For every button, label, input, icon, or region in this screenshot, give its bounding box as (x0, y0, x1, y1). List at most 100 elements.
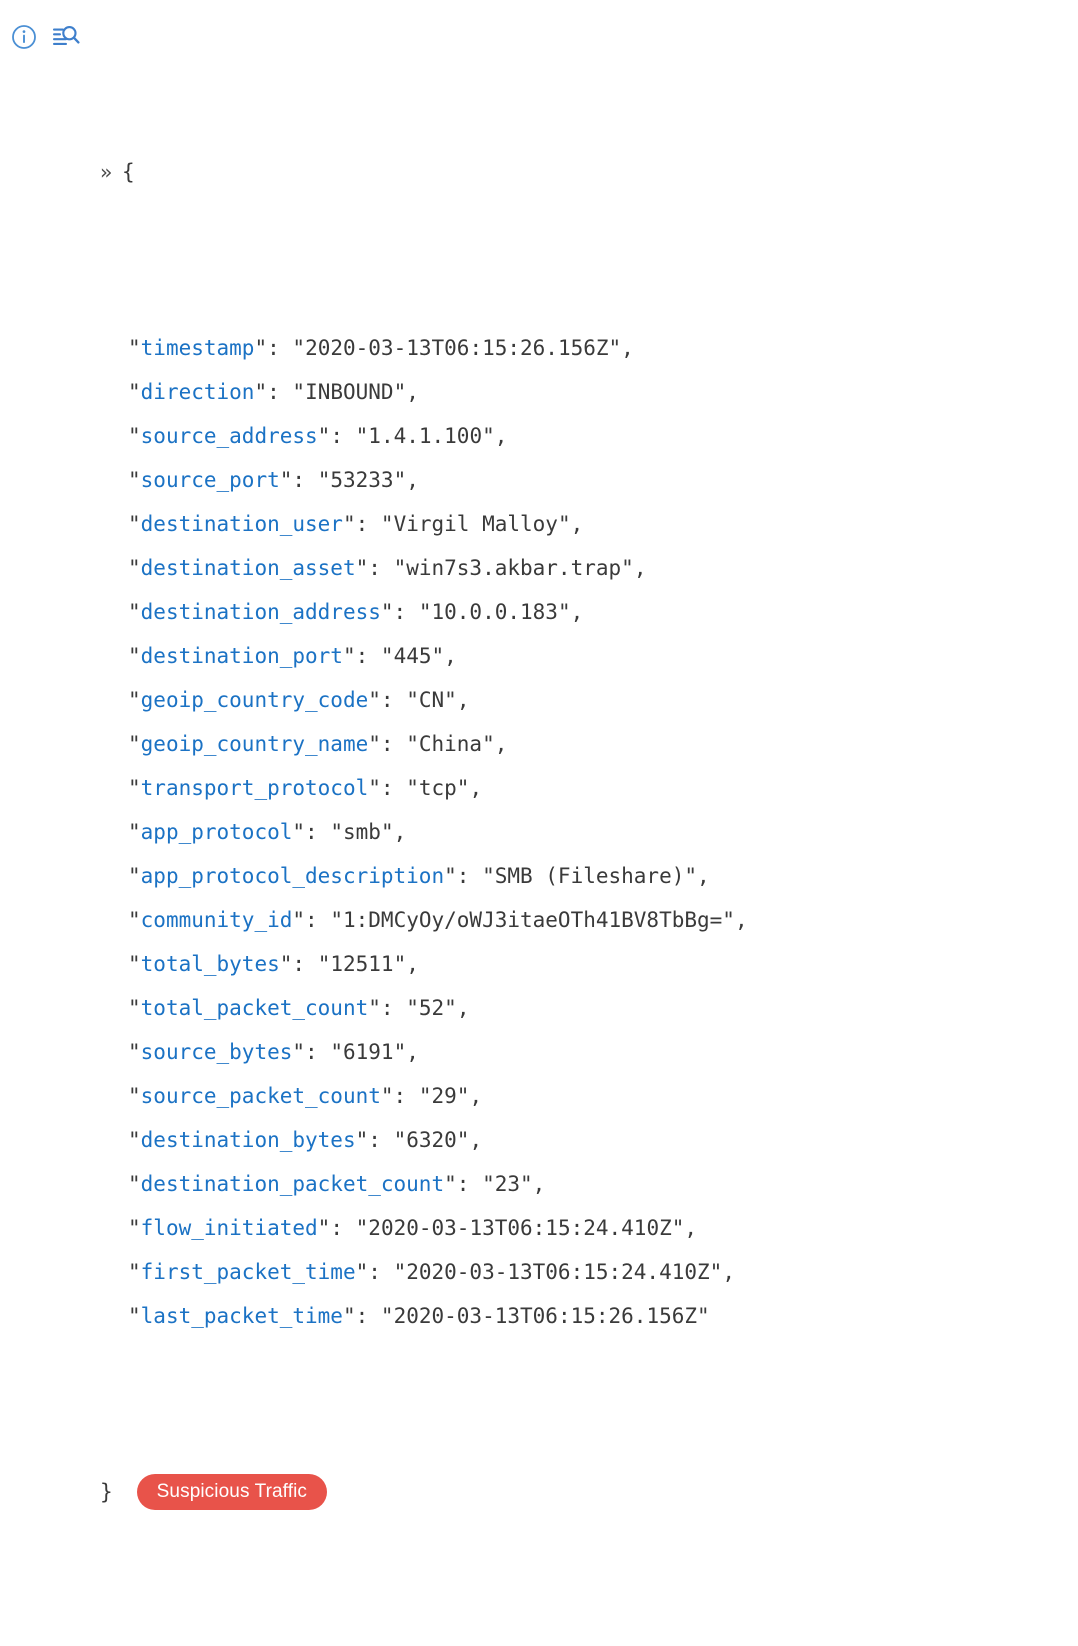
json-value[interactable]: INBOUND (305, 380, 394, 404)
json-value[interactable]: Virgil Malloy (394, 512, 558, 536)
json-space (280, 380, 293, 404)
json-key[interactable]: geoip_country_name (141, 732, 369, 756)
json-colon: : (330, 424, 343, 448)
json-key[interactable]: transport_protocol (141, 776, 369, 800)
json-quote: " (292, 336, 306, 360)
json-key[interactable]: source_packet_count (141, 1084, 381, 1108)
json-quote: " (279, 468, 293, 492)
json-quote: " (330, 820, 343, 844)
json-value[interactable]: win7s3.akbar.trap (406, 556, 621, 580)
json-key[interactable]: destination_packet_count (141, 1172, 444, 1196)
json-quote: " (317, 952, 331, 976)
json-value[interactable]: SMB (Fileshare) (495, 864, 685, 888)
json-value[interactable]: 29 (432, 1084, 457, 1108)
json-key[interactable]: source_port (141, 468, 280, 492)
json-colon: : (393, 1084, 407, 1108)
json-value[interactable]: 2020-03-13T06:15:26.156Z (305, 336, 608, 360)
json-value[interactable]: China (419, 732, 482, 756)
json-value[interactable]: 53233 (330, 468, 393, 492)
json-quote: " (128, 600, 141, 624)
json-comma: , (406, 380, 419, 404)
json-key[interactable]: destination_address (141, 600, 381, 624)
json-key[interactable]: flow_initiated (141, 1216, 318, 1240)
json-value[interactable]: 12511 (330, 952, 393, 976)
json-colon: : (380, 732, 394, 756)
json-quote: " (393, 380, 407, 404)
json-quote: " (406, 776, 419, 800)
json-key[interactable]: source_address (141, 424, 318, 448)
expand-chevron-icon[interactable]: » (100, 160, 122, 184)
json-key[interactable]: geoip_country_code (141, 688, 369, 712)
json-comma: , (406, 1040, 419, 1064)
json-key[interactable]: timestamp (141, 336, 255, 360)
json-entry: "geoip_country_name": "China", (0, 722, 1078, 766)
json-quote: " (128, 336, 141, 360)
json-quote: " (128, 1172, 141, 1196)
json-quote: " (128, 688, 141, 712)
json-comma: , (532, 1172, 546, 1196)
json-quote: " (342, 644, 356, 668)
json-value[interactable]: 23 (495, 1172, 520, 1196)
json-key[interactable]: first_packet_time (141, 1260, 356, 1284)
json-value[interactable]: 10.0.0.183 (432, 600, 558, 624)
json-value[interactable]: smb (343, 820, 381, 844)
json-key[interactable]: app_protocol (141, 820, 293, 844)
json-space (394, 996, 407, 1020)
json-key[interactable]: community_id (141, 908, 293, 932)
json-value[interactable]: 2020-03-13T06:15:24.410Z (406, 1260, 709, 1284)
json-quote: " (444, 1172, 457, 1196)
json-value[interactable]: 6191 (343, 1040, 394, 1064)
json-key[interactable]: destination_port (141, 644, 343, 668)
json-quote: " (128, 732, 141, 756)
json-key[interactable]: last_packet_time (141, 1304, 343, 1328)
json-entry: "destination_address": "10.0.0.183", (0, 590, 1078, 634)
json-colon: : (456, 864, 470, 888)
json-quote: " (342, 1304, 356, 1328)
json-value[interactable]: 445 (394, 644, 432, 668)
json-quote: " (697, 1304, 710, 1328)
json-quote: " (128, 556, 141, 580)
json-colon: : (355, 512, 369, 536)
json-value[interactable]: 1:DMCyOy/oWJ3itaeOTh41BV8TbBg= (343, 908, 722, 932)
json-key[interactable]: destination_user (141, 512, 343, 536)
json-key[interactable]: total_packet_count (141, 996, 369, 1020)
json-quote: " (406, 732, 419, 756)
json-quote: " (393, 468, 407, 492)
json-quote: " (482, 1172, 495, 1196)
json-value[interactable]: CN (419, 688, 444, 712)
json-key[interactable]: source_bytes (141, 1040, 293, 1064)
json-key[interactable]: total_bytes (141, 952, 280, 976)
json-key[interactable]: destination_bytes (141, 1128, 356, 1152)
json-entry: "source_address": "1.4.1.100", (0, 414, 1078, 458)
json-colon: : (267, 380, 280, 404)
json-value[interactable]: 52 (419, 996, 444, 1020)
json-value[interactable]: 1.4.1.100 (368, 424, 482, 448)
json-space (343, 1216, 356, 1240)
json-comma: , (684, 1216, 698, 1240)
json-key[interactable]: app_protocol_description (141, 864, 444, 888)
json-quote: " (128, 1128, 141, 1152)
json-quote: " (482, 732, 495, 756)
json-value[interactable]: tcp (419, 776, 457, 800)
json-colon: : (368, 1260, 381, 1284)
status-badge[interactable]: Suspicious Traffic (136, 1474, 328, 1510)
json-quote: " (128, 1040, 141, 1064)
json-value[interactable]: 2020-03-13T06:15:26.156Z (394, 1304, 697, 1328)
json-quote: " (456, 1128, 470, 1152)
json-space (368, 512, 381, 536)
json-quote: " (393, 1040, 407, 1064)
json-quote: " (128, 1216, 141, 1240)
json-colon: : (305, 908, 318, 932)
json-space (305, 468, 318, 492)
json-code-block: »{ "timestamp": "2020-03-13T06:15:26.156… (0, 18, 1078, 1646)
json-quote: " (456, 776, 470, 800)
json-quote: " (380, 1084, 394, 1108)
json-entry: "direction": "INBOUND", (0, 370, 1078, 414)
json-key[interactable]: direction (141, 380, 255, 404)
json-comma: , (633, 556, 647, 580)
json-value[interactable]: 6320 (406, 1128, 457, 1152)
json-value[interactable]: 2020-03-13T06:15:24.410Z (368, 1216, 671, 1240)
json-quote: " (482, 864, 495, 888)
json-key[interactable]: destination_asset (141, 556, 356, 580)
json-entry: "total_bytes": "12511", (0, 942, 1078, 986)
